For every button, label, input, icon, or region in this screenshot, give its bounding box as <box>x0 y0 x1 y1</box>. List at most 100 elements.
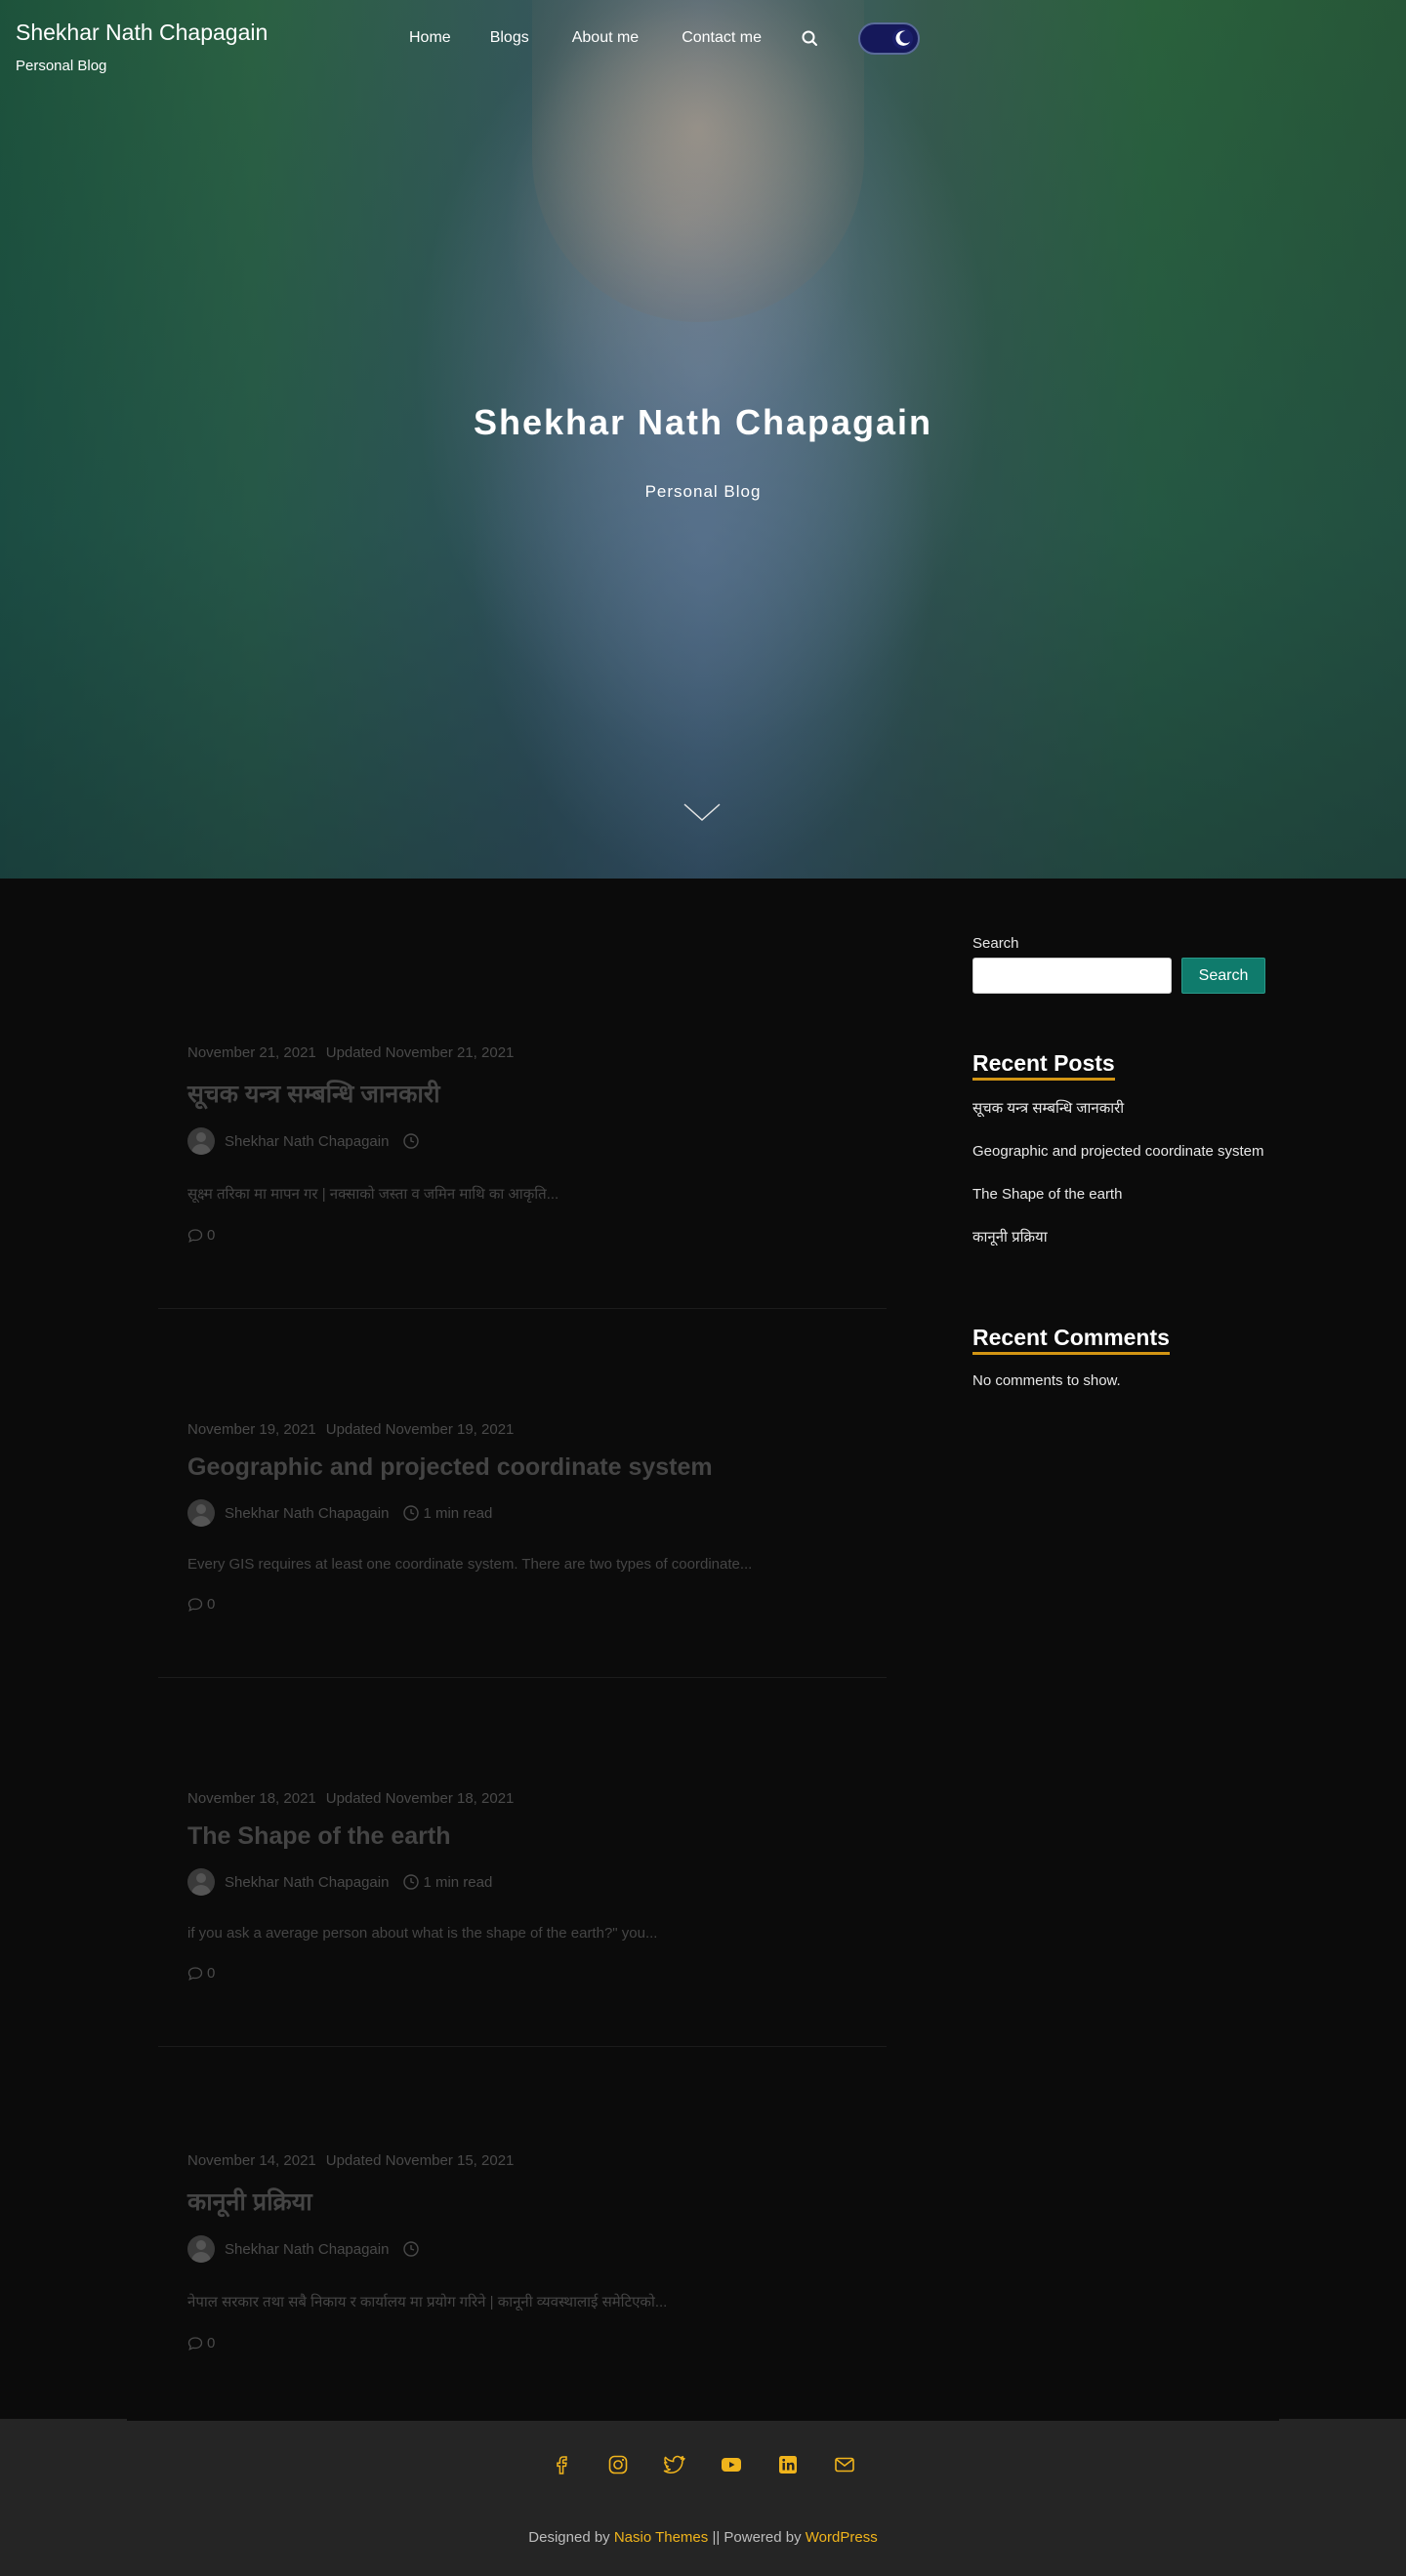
wordpress-link[interactable]: WordPress <box>806 2529 878 2546</box>
footer-credits: Designed by Nasio Themes || Powered by W… <box>0 2529 1406 2546</box>
post-updated-date: Updated November 19, 2021 <box>325 1421 515 1438</box>
recent-post-link[interactable]: सूचक यन्त्र सम्बन्धि जानकारी <box>972 1100 1124 1117</box>
post-excerpt: सूक्ष्म तरिका मा मापन गर | नक्साको जस्ता… <box>187 1186 559 1203</box>
mail-icon[interactable] <box>833 2453 856 2476</box>
list-item: कानूनी प्रक्रिया <box>972 1223 1265 1251</box>
post-byline: Shekhar Nath Chapagain 1 min read <box>187 1868 857 1896</box>
hero-subtitle: Personal Blog <box>644 482 762 501</box>
facebook-icon[interactable] <box>550 2453 573 2476</box>
post-title-link[interactable]: The Shape of the earth <box>187 1822 857 1851</box>
youtube-icon[interactable] <box>720 2453 743 2476</box>
main-content: November 21, 2021 Updated November 21, 20… <box>0 879 1406 2419</box>
clock-icon <box>403 1133 420 1149</box>
post-card: November 19, 2021 Updated November 19, 20… <box>158 1309 887 1678</box>
social-links <box>0 2453 1406 2476</box>
site-title-link[interactable]: Shekhar Nath Chapagain <box>16 20 268 46</box>
post-excerpt: नेपाल सरकार तथा सबै निकाय र कार्यालय मा … <box>187 2294 668 2310</box>
moon-icon <box>891 27 914 50</box>
post-updated-date: Updated November 18, 2021 <box>325 1790 515 1807</box>
nasio-themes-link[interactable]: Nasio Themes <box>614 2529 708 2546</box>
post-comment-count: 0 <box>207 1227 216 1244</box>
nav-item-blogs[interactable]: Blogs <box>490 29 529 47</box>
post-meta: November 21, 2021 Updated November 21, 20… <box>187 1044 857 1061</box>
clock-icon <box>403 2241 420 2257</box>
post-comment-count: 0 <box>207 1596 216 1613</box>
instagram-icon[interactable] <box>606 2453 630 2476</box>
comment-icon <box>187 1597 203 1612</box>
post-date: November 14, 2021 <box>187 2152 316 2169</box>
dark-mode-toggle[interactable] <box>858 22 920 55</box>
search-icon[interactable] <box>801 29 820 49</box>
post-comment-count: 0 <box>207 2335 216 2351</box>
avatar <box>187 2235 215 2263</box>
primary-menu: Home Blogs About me Contact me <box>409 29 762 47</box>
sidebar: Search Search Recent Posts सूचक यन्त्र स… <box>972 935 1265 1389</box>
post-excerpt: Every GIS requires at least one coordina… <box>187 1556 753 1573</box>
post-comments-link[interactable]: 0 <box>187 1596 857 1613</box>
twitter-icon[interactable] <box>663 2453 686 2476</box>
post-author-link[interactable]: Shekhar Nath Chapagain <box>225 1505 389 1522</box>
clock-icon <box>403 1874 420 1890</box>
post-meta: November 19, 2021 Updated November 19, 20… <box>187 1421 857 1438</box>
avatar <box>187 1868 215 1896</box>
post-updated-date: Updated November 15, 2021 <box>325 2152 515 2169</box>
nav-item-home[interactable]: Home <box>409 29 451 47</box>
chevron-down-icon[interactable] <box>682 800 722 824</box>
post-read-time: 1 min read <box>423 1873 493 1891</box>
post-byline: Shekhar Nath Chapagain <box>187 2235 857 2263</box>
sidebar-search-form: Search <box>972 958 1265 994</box>
list-item: The Shape of the earth <box>972 1180 1265 1208</box>
post-date: November 21, 2021 <box>187 1044 316 1061</box>
comment-icon <box>187 1228 203 1243</box>
post-title-link[interactable]: Geographic and projected coordinate syst… <box>187 1453 857 1482</box>
list-item: Geographic and projected coordinate syst… <box>972 1137 1265 1165</box>
recent-post-link[interactable]: कानूनी प्रक्रिया <box>972 1229 1048 1246</box>
hero-title: Shekhar Nath Chapagain <box>473 402 933 442</box>
post-read-time: 1 min read <box>423 1504 493 1522</box>
recent-post-link[interactable]: The Shape of the earth <box>972 1186 1122 1203</box>
post-comments-link[interactable]: 0 <box>187 1227 857 1244</box>
post-date: November 19, 2021 <box>187 1421 316 1438</box>
nav-item-contact[interactable]: Contact me <box>682 29 762 47</box>
avatar <box>187 1127 215 1155</box>
post-card: November 18, 2021 Updated November 18, 20… <box>158 1678 887 2047</box>
no-comments-text: No comments to show. <box>972 1372 1121 1389</box>
hero-heading-block: Shekhar Nath Chapagain Personal Blog <box>0 402 1406 502</box>
post-meta: November 14, 2021 Updated November 15, 20… <box>187 2152 857 2169</box>
site-branding: Shekhar Nath Chapagain Personal Blog <box>16 20 268 74</box>
footer-divider <box>127 2419 1279 2421</box>
credits-separator: || Powered by <box>708 2529 806 2546</box>
hero-banner: Shekhar Nath Chapagain Personal Blog Hom… <box>0 0 1406 879</box>
post-comments-link[interactable]: 0 <box>187 2335 857 2351</box>
comment-icon <box>187 1966 203 1981</box>
post-title-link[interactable]: कानूनी प्रक्रिया <box>187 2185 857 2218</box>
recent-comments-heading: Recent Comments <box>972 1325 1170 1355</box>
sidebar-search-button[interactable]: Search <box>1181 958 1265 994</box>
comment-icon <box>187 2336 203 2351</box>
post-author-link[interactable]: Shekhar Nath Chapagain <box>225 1874 389 1891</box>
sidebar-search-input[interactable] <box>972 958 1172 994</box>
credits-prefix: Designed by <box>528 2529 614 2546</box>
linkedin-icon[interactable] <box>776 2453 800 2476</box>
avatar <box>187 1499 215 1527</box>
post-comments-link[interactable]: 0 <box>187 1965 857 1982</box>
post-updated-date: Updated November 21, 2021 <box>325 1044 515 1061</box>
post-byline: Shekhar Nath Chapagain 1 min read <box>187 1499 857 1527</box>
site-tagline: Personal Blog <box>16 58 107 74</box>
post-date: November 18, 2021 <box>187 1790 316 1807</box>
sidebar-search-label: Search <box>972 935 1019 952</box>
recent-post-link[interactable]: Geographic and projected coordinate syst… <box>972 1143 1264 1160</box>
post-title-link[interactable]: सूचक यन्त्र सम्बन्धि जानकारी <box>187 1077 857 1110</box>
post-author-link[interactable]: Shekhar Nath Chapagain <box>225 1133 389 1150</box>
nav-item-about[interactable]: About me <box>572 29 639 47</box>
top-navigation-bar: Shekhar Nath Chapagain Personal Blog Hom… <box>0 0 1406 88</box>
recent-posts-heading: Recent Posts <box>972 1050 1115 1081</box>
post-comment-count: 0 <box>207 1965 216 1982</box>
clock-icon <box>403 1505 420 1521</box>
post-author-link[interactable]: Shekhar Nath Chapagain <box>225 2241 389 2258</box>
post-meta: November 18, 2021 Updated November 18, 20… <box>187 1790 857 1807</box>
post-excerpt: if you ask a average person about what i… <box>187 1925 658 1942</box>
post-card: November 21, 2021 Updated November 21, 20… <box>158 879 887 1309</box>
post-card: November 14, 2021 Updated November 15, 20… <box>158 2047 887 2416</box>
recent-posts-list: सूचक यन्त्र सम्बन्धि जानकारी Geographic … <box>972 1094 1265 1251</box>
